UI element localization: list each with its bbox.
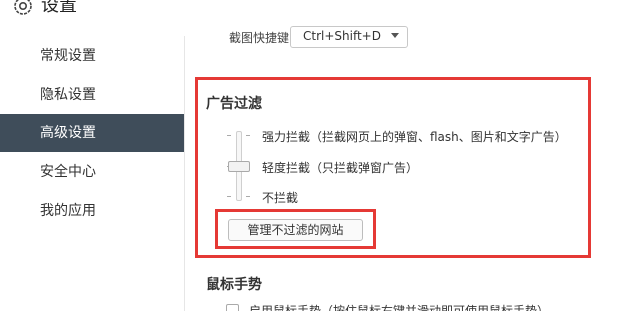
screenshot-shortcut-select[interactable]: Ctrl+Shift+D xyxy=(290,26,408,48)
sidebar-item-security[interactable]: 安全中心 xyxy=(0,153,184,191)
screenshot-shortcut-label: 截图快捷键 xyxy=(229,31,290,45)
slider-tick xyxy=(227,135,231,136)
ad-filter-title: 广告过滤 xyxy=(206,96,262,112)
page-title: 设置 xyxy=(41,0,77,16)
ad-filter-slider-thumb[interactable] xyxy=(228,161,250,172)
manage-unfiltered-sites-button[interactable]: 管理不过滤的网站 xyxy=(228,219,363,241)
ad-filter-option-light[interactable]: 轻度拦截（只拦截弹窗广告） xyxy=(262,159,418,176)
slider-tick xyxy=(246,135,250,136)
slider-tick xyxy=(227,196,231,197)
mouse-gesture-title: 鼠标手势 xyxy=(206,277,262,293)
gear-icon xyxy=(14,0,32,15)
chevron-down-icon xyxy=(391,33,399,38)
screenshot-shortcut-value: Ctrl+Shift+D xyxy=(303,29,381,43)
enable-mouse-gesture-label: 启用鼠标手势（按住鼠标右键并滑动即可使用鼠标手势） xyxy=(249,304,550,311)
sidebar-item-privacy[interactable]: 隐私设置 xyxy=(0,76,184,114)
slider-tick xyxy=(246,196,250,197)
sidebar: 常规设置 隐私设置 高级设置 安全中心 我的应用 xyxy=(0,36,184,311)
sidebar-item-general[interactable]: 常规设置 xyxy=(0,37,184,75)
ad-filter-option-strong[interactable]: 强力拦截（拦截网页上的弹窗、flash、图片和文字广告） xyxy=(262,128,567,145)
ad-filter-option-none[interactable]: 不拦截 xyxy=(262,189,298,206)
sidebar-item-advanced[interactable]: 高级设置 xyxy=(0,114,184,152)
sidebar-item-my-apps[interactable]: 我的应用 xyxy=(0,192,184,230)
sidebar-divider xyxy=(184,36,185,311)
enable-mouse-gesture-checkbox[interactable] xyxy=(226,304,239,311)
